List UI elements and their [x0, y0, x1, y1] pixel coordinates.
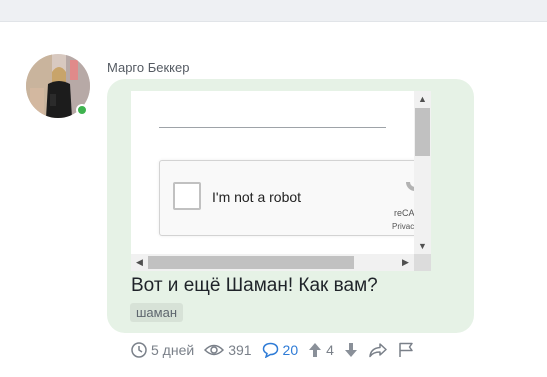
arrow-up-icon — [309, 343, 322, 357]
views-count: 391 — [228, 342, 252, 358]
comments-count: 20 — [282, 342, 299, 358]
online-status-dot — [76, 104, 88, 116]
top-bar — [0, 0, 547, 22]
scroll-up-icon[interactable]: ▲ — [414, 91, 431, 107]
vertical-scroll-thumb[interactable] — [415, 108, 430, 156]
embed-frame: I'm not a robot reCAPTCHA Privacy - Term… — [131, 91, 431, 271]
flag-icon — [399, 342, 413, 357]
time-label: 5 дней — [151, 342, 195, 358]
clock-icon — [131, 342, 147, 358]
scrollbar-corner — [414, 254, 431, 271]
votes-count: 4 — [326, 342, 334, 358]
downvote-button[interactable] — [344, 342, 358, 358]
upvote-button[interactable]: 4 — [308, 342, 334, 358]
vertical-scrollbar[interactable]: ▲ ▼ — [414, 91, 431, 254]
horizontal-scrollbar[interactable]: ◀ ▶ — [131, 254, 414, 271]
horizontal-scroll-thumb[interactable] — [148, 256, 354, 269]
comments-button[interactable]: 20 — [262, 342, 299, 358]
recaptcha-widget: I'm not a robot reCAPTCHA Privacy - Term… — [159, 160, 431, 236]
report-button[interactable] — [398, 342, 414, 358]
post-time[interactable]: 5 дней — [131, 342, 194, 358]
scroll-down-icon[interactable]: ▼ — [414, 238, 431, 254]
share-button[interactable] — [368, 342, 388, 358]
author-name[interactable]: Марго Беккер — [107, 60, 189, 75]
captcha-checkbox[interactable] — [173, 182, 201, 210]
captcha-label: I'm not a robot — [212, 189, 302, 205]
share-icon — [369, 343, 387, 358]
arrow-down-icon — [344, 343, 357, 357]
divider — [159, 127, 386, 128]
avatar[interactable] — [26, 54, 90, 118]
scroll-left-icon[interactable]: ◀ — [131, 254, 148, 271]
views-counter: 391 — [204, 342, 252, 358]
post-text: Вот и ещё Шаман! Как вам? — [131, 275, 378, 296]
scroll-right-icon[interactable]: ▶ — [397, 254, 414, 271]
tag-badge[interactable]: шаман — [130, 303, 184, 322]
comment-icon — [262, 342, 278, 358]
eye-icon — [204, 344, 225, 356]
post-actions: 5 дней 391 20 4 — [131, 340, 424, 360]
